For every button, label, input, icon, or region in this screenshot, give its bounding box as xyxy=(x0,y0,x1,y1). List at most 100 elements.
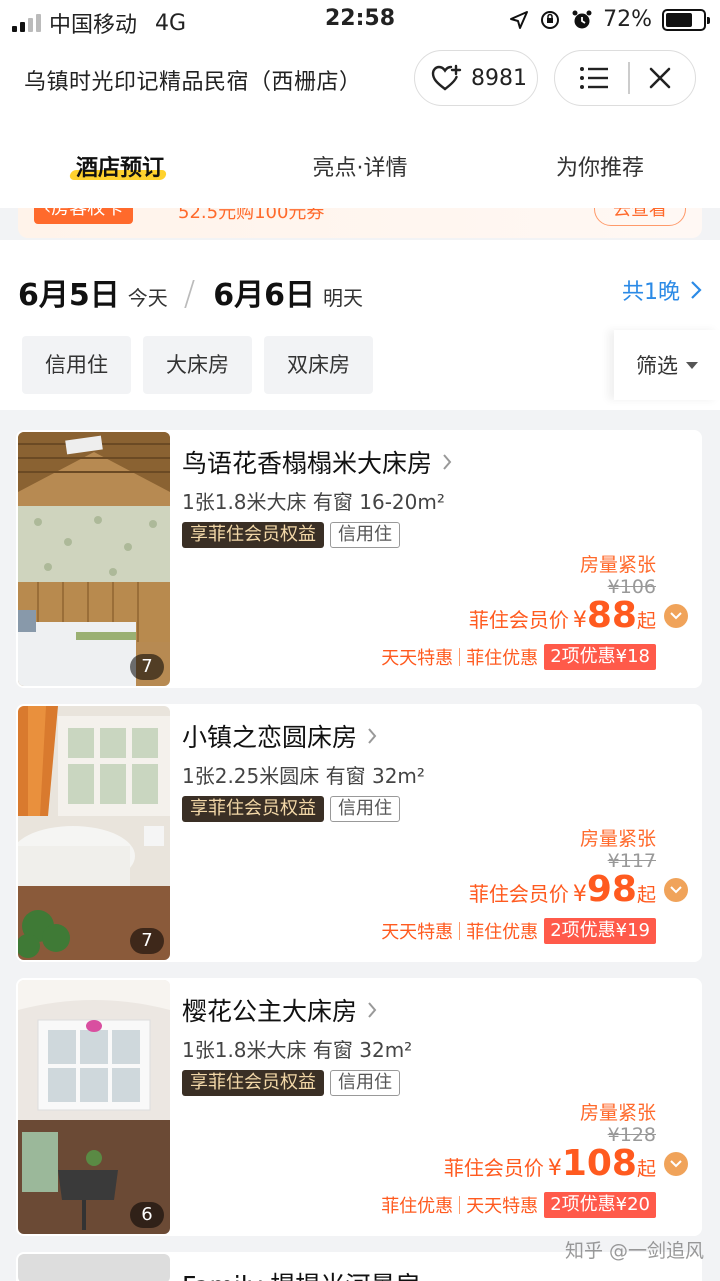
price-label: 菲住会员价 xyxy=(468,608,569,632)
room-photo[interactable]: 6 xyxy=(18,980,170,1234)
currency-symbol: ¥ xyxy=(572,608,587,633)
rotation-lock-icon xyxy=(541,10,560,29)
deal-divider xyxy=(459,1196,461,1214)
deal-tag: 天天特惠 xyxy=(466,1196,539,1217)
scarcity-label: 房量紧张 xyxy=(579,554,656,576)
deal-total-badge: 2项优惠¥19 xyxy=(544,918,656,944)
room-name-text: 樱花公主大床房 xyxy=(182,997,358,1026)
tab-highlights-details[interactable]: 亮点·详情 xyxy=(240,120,480,208)
favorite-button[interactable]: 8981 xyxy=(414,50,538,106)
price-value: 108 xyxy=(561,1143,637,1184)
room-photo[interactable]: 7 xyxy=(18,432,170,686)
member-benefit-badge: 享菲住会员权益 xyxy=(182,1070,324,1096)
hotel-title: 乌镇时光印记精品民宿（西栅店） xyxy=(24,70,362,95)
deal-divider xyxy=(459,648,461,666)
filter-chip-credit-stay[interactable]: 信用住 xyxy=(22,336,131,394)
price-suffix: 起 xyxy=(636,1158,656,1180)
room-card[interactable]: 7 小镇之恋圆床房 1张2.25米圆床 有窗 32m² 享菲住会员权益 信用住 … xyxy=(16,704,702,962)
tab-label: 酒店预订 xyxy=(75,156,164,181)
room-card[interactable]: 6 樱花公主大床房 1张1.8米大床 有窗 32m² 享菲住会员权益 信用住 房… xyxy=(16,978,702,1236)
deal-tag: 天天特惠 xyxy=(381,648,454,669)
room-name-text: 鸟语花香榻榻米大床房 xyxy=(182,449,433,478)
expand-chevron-icon[interactable] xyxy=(664,1152,688,1176)
deals-row[interactable]: 天天特惠 菲住优惠 2项优惠¥18 xyxy=(381,644,656,670)
tab-hotel-booking[interactable]: 酒店预订 xyxy=(0,120,240,208)
price-value: 98 xyxy=(586,869,637,910)
price-row[interactable]: 菲住会员价 ¥ 98 起 xyxy=(469,870,688,910)
expand-chevron-icon[interactable] xyxy=(664,878,688,902)
credit-stay-badge: 信用住 xyxy=(330,1070,400,1096)
menu-divider xyxy=(628,62,630,94)
room-badges: 享菲住会员权益 信用住 xyxy=(182,522,400,548)
room-name[interactable]: 小镇之恋圆床房 xyxy=(182,718,377,754)
deal-tag: 菲住优惠 xyxy=(466,648,539,669)
promo-tag: ‹房客权卡 xyxy=(34,208,134,224)
price-row[interactable]: 菲住会员价 ¥ 88 起 xyxy=(469,596,688,636)
tab-label: 亮点·详情 xyxy=(312,156,408,181)
battery-percent: 72% xyxy=(603,7,652,32)
date-separator: / xyxy=(183,274,196,314)
checkout-date: 6月6日 xyxy=(213,278,315,313)
room-name[interactable]: 鸟语花香榻榻米大床房 xyxy=(182,444,452,480)
favorites-count: 8981 xyxy=(471,65,527,91)
room-name[interactable]: 樱花公主大床房 xyxy=(182,992,377,1028)
filter-chip-twin-bed[interactable]: 双床房 xyxy=(264,336,373,394)
deal-divider xyxy=(459,922,461,940)
expand-chevron-icon[interactable] xyxy=(664,604,688,628)
tab-recommended[interactable]: 为你推荐 xyxy=(480,120,720,208)
quick-filters: 信用住 大床房 双床房 xyxy=(22,336,373,394)
photo-count-badge: 6 xyxy=(130,1202,164,1228)
tab-bar: 酒店预订 亮点·详情 为你推荐 xyxy=(0,120,720,208)
promo-text: 52.5元购100元券 xyxy=(178,208,325,223)
member-benefit-badge: 享菲住会员权益 xyxy=(182,522,324,548)
menu-list-icon[interactable] xyxy=(579,66,609,90)
heart-add-icon xyxy=(431,64,462,91)
price-suffix: 起 xyxy=(636,884,656,906)
room-badges: 享菲住会员权益 信用住 xyxy=(182,796,400,822)
deal-tag: 菲住优惠 xyxy=(466,922,539,943)
header: 乌镇时光印记精品民宿（西栅店） 8981 xyxy=(0,40,720,120)
close-icon[interactable] xyxy=(649,67,671,89)
room-photo[interactable] xyxy=(18,1254,170,1281)
capsule-menu xyxy=(554,50,696,106)
nights-selector[interactable]: 共1晚 xyxy=(622,274,702,306)
filter-button[interactable]: 筛选 xyxy=(614,330,720,400)
room-badges: 享菲住会员权益 信用住 xyxy=(182,1070,400,1096)
filter-label: 筛选 xyxy=(636,354,678,378)
chevron-right-icon xyxy=(691,281,702,299)
room-photo[interactable]: 7 xyxy=(18,706,170,960)
price-row[interactable]: 菲住会员价 ¥ 108 起 xyxy=(444,1144,688,1184)
deal-tag: 天天特惠 xyxy=(381,922,454,943)
deals-row[interactable]: 菲住优惠 天天特惠 2项优惠¥20 xyxy=(381,1192,656,1218)
deal-total-badge: 2项优惠¥18 xyxy=(544,644,656,670)
price-label: 菲住会员价 xyxy=(468,882,569,906)
promo-view-button[interactable]: 去查看 xyxy=(594,208,686,226)
date-filter-panel: 6月5日 今天 / 6月6日 明天 共1晚 信用住 大床房 双床房 筛选 xyxy=(0,240,720,410)
checkin-date: 6月5日 xyxy=(18,278,120,313)
room-name-text: Family 提提米河景房 xyxy=(182,1266,420,1281)
currency-symbol: ¥ xyxy=(572,882,587,907)
filter-chip-king-bed[interactable]: 大床房 xyxy=(143,336,252,394)
nights-count: 共1晚 xyxy=(622,280,680,305)
checkin-label: 今天 xyxy=(127,286,168,310)
photo-count-badge: 7 xyxy=(130,654,164,680)
price-value: 88 xyxy=(586,595,637,636)
credit-stay-badge: 信用住 xyxy=(330,522,400,548)
room-spec: 1张1.8米大床 有窗 16-20m² xyxy=(182,490,445,514)
watermark: 知乎 @一剑追风 xyxy=(564,1240,704,1262)
room-card[interactable]: 7 鸟语花香榻榻米大床房 1张1.8米大床 有窗 16-20m² 享菲住会员权益… xyxy=(16,430,702,688)
price-label: 菲住会员价 xyxy=(443,1156,544,1180)
deals-row[interactable]: 天天特惠 菲住优惠 2项优惠¥19 xyxy=(381,918,656,944)
date-selector[interactable]: 6月5日 今天 / 6月6日 明天 xyxy=(18,270,363,314)
credit-stay-badge: 信用住 xyxy=(330,796,400,822)
room-spec: 1张1.8米大床 有窗 32m² xyxy=(182,1038,413,1062)
room-spec: 1张2.25米圆床 有窗 32m² xyxy=(182,764,425,788)
scarcity-label: 房量紧张 xyxy=(579,828,656,850)
promo-banner[interactable]: ‹房客权卡 52.5元购100元券 去查看 xyxy=(18,208,702,238)
chevron-right-icon xyxy=(443,454,452,470)
deal-total-badge: 2项优惠¥20 xyxy=(544,1192,656,1218)
room-name-text: 小镇之恋圆床房 xyxy=(182,723,358,752)
scarcity-label: 房量紧张 xyxy=(579,1102,656,1124)
currency-symbol: ¥ xyxy=(547,1156,562,1181)
battery-icon xyxy=(662,8,710,31)
